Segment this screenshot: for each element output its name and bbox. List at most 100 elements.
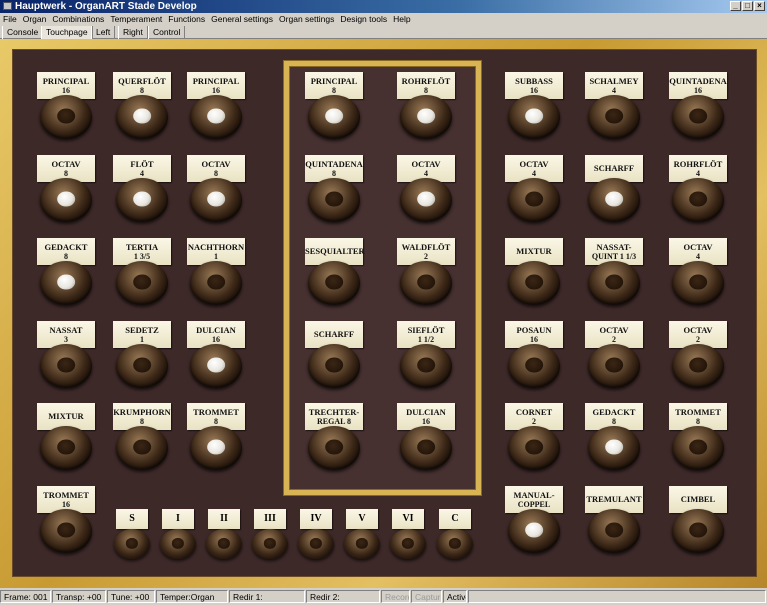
stop-knob[interactable] bbox=[190, 95, 242, 139]
menu-organ[interactable]: Organ bbox=[20, 14, 50, 24]
tab-left[interactable]: Left bbox=[91, 26, 116, 39]
menu-file[interactable]: File bbox=[0, 14, 20, 24]
menu-functions[interactable]: Functions bbox=[165, 14, 208, 24]
knob-cap-icon bbox=[325, 108, 343, 124]
stop-knob[interactable] bbox=[40, 178, 92, 222]
stop-knob[interactable] bbox=[190, 426, 242, 470]
stop-knob[interactable] bbox=[40, 95, 92, 139]
stop-knob[interactable] bbox=[588, 509, 640, 553]
status-temper: Temper:Organ bbox=[156, 590, 228, 603]
stop-knob[interactable] bbox=[190, 344, 242, 388]
stop-footage: 4 bbox=[424, 168, 428, 178]
tab-control[interactable]: Control bbox=[148, 26, 186, 39]
stop-knob[interactable] bbox=[672, 426, 724, 470]
stop-knob[interactable] bbox=[588, 178, 640, 222]
knob-cap-icon bbox=[133, 357, 151, 373]
combination-button[interactable] bbox=[390, 529, 426, 559]
combination-button[interactable] bbox=[437, 529, 473, 559]
stop-knob[interactable] bbox=[40, 509, 92, 553]
stop-knob[interactable] bbox=[588, 95, 640, 139]
knob-cap-icon bbox=[207, 439, 225, 455]
stop-knob[interactable] bbox=[308, 178, 360, 222]
stop-knob[interactable] bbox=[672, 261, 724, 305]
knob-cap-icon bbox=[57, 191, 75, 207]
knob-cap-icon bbox=[605, 357, 623, 373]
stop-footage: 16 bbox=[530, 85, 538, 95]
knob-cap-icon bbox=[417, 439, 435, 455]
stop-knob[interactable] bbox=[308, 344, 360, 388]
stop-knob[interactable] bbox=[400, 178, 452, 222]
stop-footage: 8 bbox=[696, 416, 700, 426]
knob-cap-icon bbox=[355, 538, 369, 549]
stop-name: TROMMET bbox=[675, 406, 721, 417]
combination-button[interactable] bbox=[344, 529, 380, 559]
stop-knob[interactable] bbox=[672, 178, 724, 222]
stop-name: SEDETZ bbox=[125, 324, 159, 335]
stop-knob[interactable] bbox=[116, 426, 168, 470]
knob-cap-icon bbox=[525, 357, 543, 373]
stop-knob[interactable] bbox=[190, 261, 242, 305]
stop-knob[interactable] bbox=[308, 95, 360, 139]
knob-cap-icon bbox=[525, 522, 543, 538]
minimize-button[interactable]: _ bbox=[730, 1, 741, 11]
knob-cap-icon bbox=[605, 274, 623, 290]
stop-footage: 8 bbox=[612, 416, 616, 426]
stop-knob[interactable] bbox=[508, 344, 560, 388]
menu-help[interactable]: Help bbox=[390, 14, 413, 24]
combination-label: III bbox=[254, 509, 286, 529]
stop-knob[interactable] bbox=[508, 178, 560, 222]
menu-organ-settings[interactable]: Organ settings bbox=[276, 14, 337, 24]
stop-knob[interactable] bbox=[116, 95, 168, 139]
status-bar: Frame: 001 Transp: +00 Tune: +00 Temper:… bbox=[0, 588, 767, 605]
tab-touchpage[interactable]: Touchpage bbox=[41, 26, 93, 39]
stop-knob[interactable] bbox=[308, 261, 360, 305]
stop-knob[interactable] bbox=[588, 426, 640, 470]
menu-combinations[interactable]: Combinations bbox=[49, 14, 107, 24]
knob-cap-icon bbox=[133, 439, 151, 455]
knob-cap-icon bbox=[325, 274, 343, 290]
stop-knob[interactable] bbox=[116, 261, 168, 305]
combination-button[interactable] bbox=[160, 529, 196, 559]
stop-knob[interactable] bbox=[672, 509, 724, 553]
stop-knob[interactable] bbox=[40, 426, 92, 470]
stop-knob[interactable] bbox=[400, 426, 452, 470]
stop-knob[interactable] bbox=[308, 426, 360, 470]
stop-knob[interactable] bbox=[508, 261, 560, 305]
stop-knob[interactable] bbox=[40, 261, 92, 305]
combination-button[interactable] bbox=[206, 529, 242, 559]
stop-knob[interactable] bbox=[116, 178, 168, 222]
stop-knob[interactable] bbox=[672, 95, 724, 139]
stop-name: OCTAV bbox=[683, 324, 713, 335]
stop-name: POSAUN bbox=[516, 324, 552, 335]
stop-knob[interactable] bbox=[508, 509, 560, 553]
tab-console[interactable]: Console bbox=[2, 26, 44, 39]
menu-general-settings[interactable]: General settings bbox=[208, 14, 276, 24]
stop-knob[interactable] bbox=[508, 426, 560, 470]
stop-knob[interactable] bbox=[40, 344, 92, 388]
stop-knob[interactable] bbox=[400, 261, 452, 305]
maximize-button[interactable]: □ bbox=[742, 1, 753, 11]
stop-knob[interactable] bbox=[508, 95, 560, 139]
combination-button[interactable] bbox=[252, 529, 288, 559]
stop-knob[interactable] bbox=[190, 178, 242, 222]
stop-knob[interactable] bbox=[400, 344, 452, 388]
menu-bar: File Organ Combinations Temperament Function… bbox=[0, 13, 767, 26]
menu-temperament[interactable]: Temperament bbox=[107, 14, 165, 24]
knob-cap-icon bbox=[217, 538, 231, 549]
knob-cap-icon bbox=[133, 274, 151, 290]
stop-name: TROMMET bbox=[43, 489, 89, 500]
knob-cap-icon bbox=[263, 538, 277, 549]
stop-knob[interactable] bbox=[672, 344, 724, 388]
tab-right[interactable]: Right bbox=[118, 26, 148, 39]
stop-knob[interactable] bbox=[588, 344, 640, 388]
close-button[interactable]: × bbox=[754, 1, 765, 11]
stop-footage: 8 bbox=[64, 168, 68, 178]
stop-knob[interactable] bbox=[400, 95, 452, 139]
menu-design-tools[interactable]: Design tools bbox=[337, 14, 390, 24]
knob-cap-icon bbox=[689, 274, 707, 290]
stop-name: NASSAT bbox=[49, 324, 83, 335]
combination-button[interactable] bbox=[298, 529, 334, 559]
stop-knob[interactable] bbox=[588, 261, 640, 305]
stop-knob[interactable] bbox=[116, 344, 168, 388]
combination-button[interactable] bbox=[114, 529, 150, 559]
